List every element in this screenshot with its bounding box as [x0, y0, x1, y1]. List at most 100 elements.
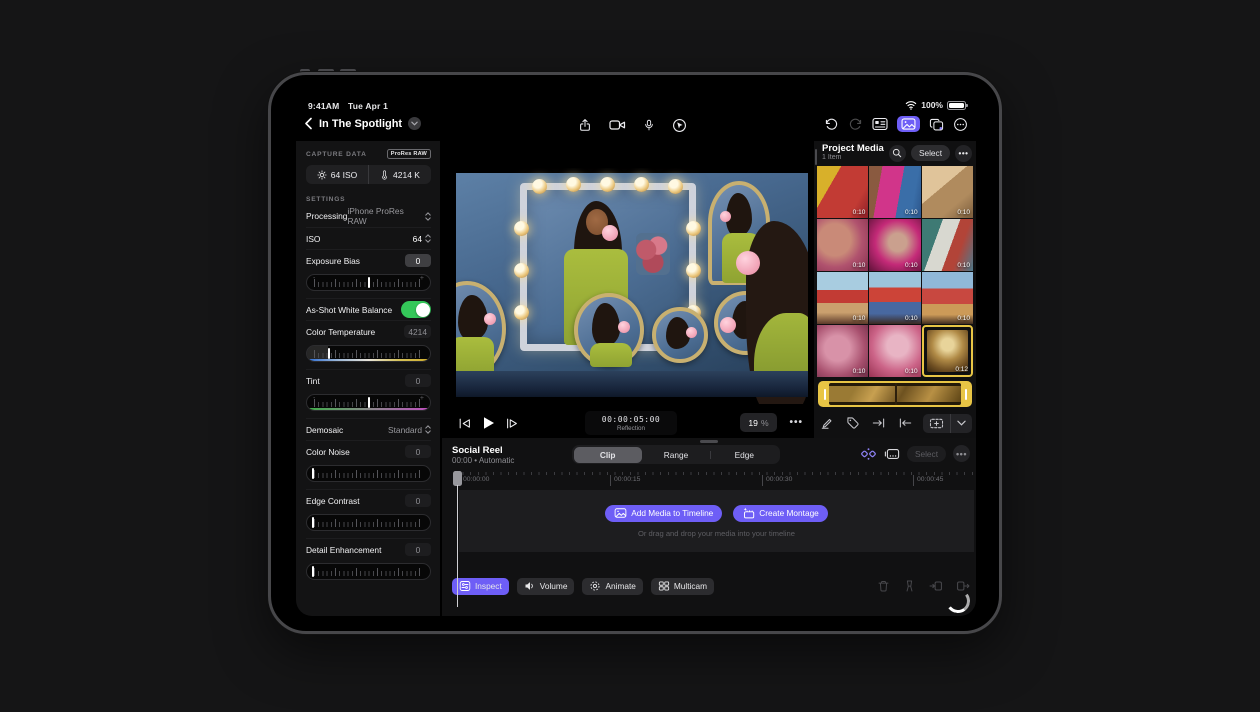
media-more-icon[interactable]: •••	[955, 145, 972, 162]
timeline-more-icon[interactable]: •••	[953, 445, 970, 462]
title-menu-chevron-icon[interactable]	[408, 117, 421, 130]
exposure-bias-value[interactable]: 0	[405, 254, 431, 267]
media-select-button[interactable]: Select	[911, 145, 950, 161]
inspector-panel: CAPTURE DATA ProRes RAW 64 ISO	[296, 141, 442, 616]
edge-contrast-value[interactable]: 0	[405, 494, 431, 507]
status-date: Tue Apr 1	[348, 101, 388, 111]
slider-handle[interactable]	[368, 277, 370, 288]
trim-handle-right[interactable]	[961, 383, 970, 405]
slider-handle[interactable]	[312, 468, 314, 479]
insert-to-playhead-icon[interactable]	[872, 416, 886, 430]
volume-button[interactable]: Volume	[517, 578, 575, 595]
clip-appearance-icon[interactable]	[884, 447, 900, 461]
detail-enhancement-slider[interactable]	[306, 563, 431, 580]
media-thumbnail[interactable]: 0:10	[922, 219, 973, 271]
more-options-icon[interactable]	[953, 117, 968, 132]
inspect-button[interactable]: Inspect	[452, 578, 509, 595]
animate-button[interactable]: Animate	[582, 578, 642, 595]
create-montage-button[interactable]: Create Montage	[733, 505, 828, 522]
pointer-circle-icon[interactable]	[672, 118, 687, 133]
exposure-bias-slider[interactable]: - +	[306, 274, 431, 291]
slider-handle[interactable]	[312, 517, 314, 528]
viewer-more-icon[interactable]: •••	[789, 417, 803, 428]
media-thumbnail[interactable]: 0:10	[817, 325, 868, 377]
overwrite-clip-icon[interactable]	[923, 414, 950, 433]
media-thumbnail[interactable]: 0:10	[817, 219, 868, 271]
tint-value[interactable]: 0	[405, 374, 431, 387]
color-noise-value[interactable]: 0	[405, 445, 431, 458]
panel-resize-handle[interactable]	[815, 149, 817, 165]
segment-range[interactable]: Range	[642, 447, 710, 463]
microphone-icon[interactable]	[643, 118, 655, 133]
edge-contrast-slider[interactable]	[306, 514, 431, 531]
chevron-down-icon[interactable]	[950, 414, 972, 433]
camera-icon[interactable]	[609, 118, 626, 132]
white-balance-toggle[interactable]	[401, 301, 431, 318]
play-icon[interactable]	[482, 416, 495, 430]
stepper-icon[interactable]	[425, 425, 431, 434]
timeline-drag-handle[interactable]	[700, 440, 718, 443]
demosaic-label: Demosaic	[306, 425, 343, 435]
timecode-display[interactable]: 00:00:05:00 Reflection	[585, 411, 677, 435]
browser-layout-icon[interactable]	[872, 117, 888, 131]
next-frame-icon[interactable]	[505, 417, 519, 430]
transitions-effects-icon[interactable]	[929, 117, 944, 132]
clip-duration: 0:10	[853, 262, 866, 269]
media-browser-icon[interactable]	[897, 116, 920, 132]
color-temperature-value[interactable]: 4214	[404, 325, 431, 338]
viewer-zoom-control[interactable]: 19 %	[740, 413, 777, 432]
previous-frame-icon[interactable]	[458, 417, 472, 430]
playhead[interactable]	[453, 471, 462, 486]
video-preview[interactable]	[456, 168, 808, 404]
redo-icon[interactable]	[848, 117, 863, 132]
timecode-value: 00:00:05:00	[602, 415, 660, 424]
filmstrip-frames[interactable]	[829, 383, 961, 405]
insert-left-icon[interactable]	[929, 579, 943, 593]
media-thumbnail[interactable]: 0:10	[817, 166, 868, 218]
timeline-ruler[interactable]: 00:00:00 00:00:15 00:00:30 00:00:45	[455, 471, 976, 487]
temperature-chip: 4214 K	[368, 165, 431, 184]
slider-handle[interactable]	[328, 348, 330, 359]
project-title[interactable]: In The Spotlight	[319, 118, 402, 130]
volume-label: Volume	[540, 581, 568, 591]
media-thumbnail[interactable]: 0:10	[869, 325, 920, 377]
tint-slider[interactable]: - +	[306, 394, 431, 411]
segment-edge[interactable]: Edge	[710, 447, 778, 463]
iso-row[interactable]: ISO 64	[306, 227, 431, 249]
zoom-unit-label: %	[761, 418, 769, 428]
media-thumbnail[interactable]: 0:10	[922, 166, 973, 218]
media-thumbnail[interactable]: 0:10	[869, 272, 920, 324]
demosaic-row[interactable]: Demosaic Standard	[306, 418, 431, 440]
media-thumbnail[interactable]: 0:10	[922, 272, 973, 324]
search-icon[interactable]	[889, 145, 906, 162]
media-thumbnail-selected[interactable]: 0:12	[922, 325, 973, 377]
clip-filmstrip-trimmer[interactable]	[818, 381, 972, 407]
trim-handle-left[interactable]	[820, 383, 829, 405]
stepper-icon[interactable]	[425, 234, 431, 243]
media-thumbnail[interactable]: 0:10	[869, 166, 920, 218]
processing-row[interactable]: Processing iPhone ProRes RAW	[306, 205, 431, 227]
blade-split-icon[interactable]	[903, 579, 916, 593]
skimming-toggle-icon[interactable]	[860, 447, 877, 461]
segment-clip[interactable]: Clip	[574, 447, 642, 463]
color-temperature-slider[interactable]	[306, 345, 431, 362]
marker-pencil-icon[interactable]	[820, 416, 834, 430]
timeline-select-button[interactable]: Select	[907, 446, 946, 462]
multicam-button[interactable]: Multicam	[651, 578, 714, 595]
detail-enhancement-value[interactable]: 0	[405, 543, 431, 556]
media-thumbnail[interactable]: 0:10	[817, 272, 868, 324]
tag-icon[interactable]	[846, 416, 860, 430]
stepper-icon[interactable]	[425, 212, 431, 221]
append-clip-icon[interactable]	[898, 416, 912, 430]
color-noise-slider[interactable]	[306, 465, 431, 482]
media-thumbnail[interactable]: 0:10	[869, 219, 920, 271]
clip-duration: 0:10	[853, 368, 866, 375]
delete-clip-icon[interactable]	[877, 579, 890, 593]
slider-handle[interactable]	[368, 397, 370, 408]
add-media-to-timeline-button[interactable]: Add Media to Timeline	[605, 505, 722, 522]
slider-handle[interactable]	[312, 566, 314, 577]
share-icon[interactable]	[578, 117, 592, 133]
tint-row: Tint 0	[306, 369, 431, 391]
undo-icon[interactable]	[824, 117, 839, 132]
back-button[interactable]	[304, 117, 313, 130]
